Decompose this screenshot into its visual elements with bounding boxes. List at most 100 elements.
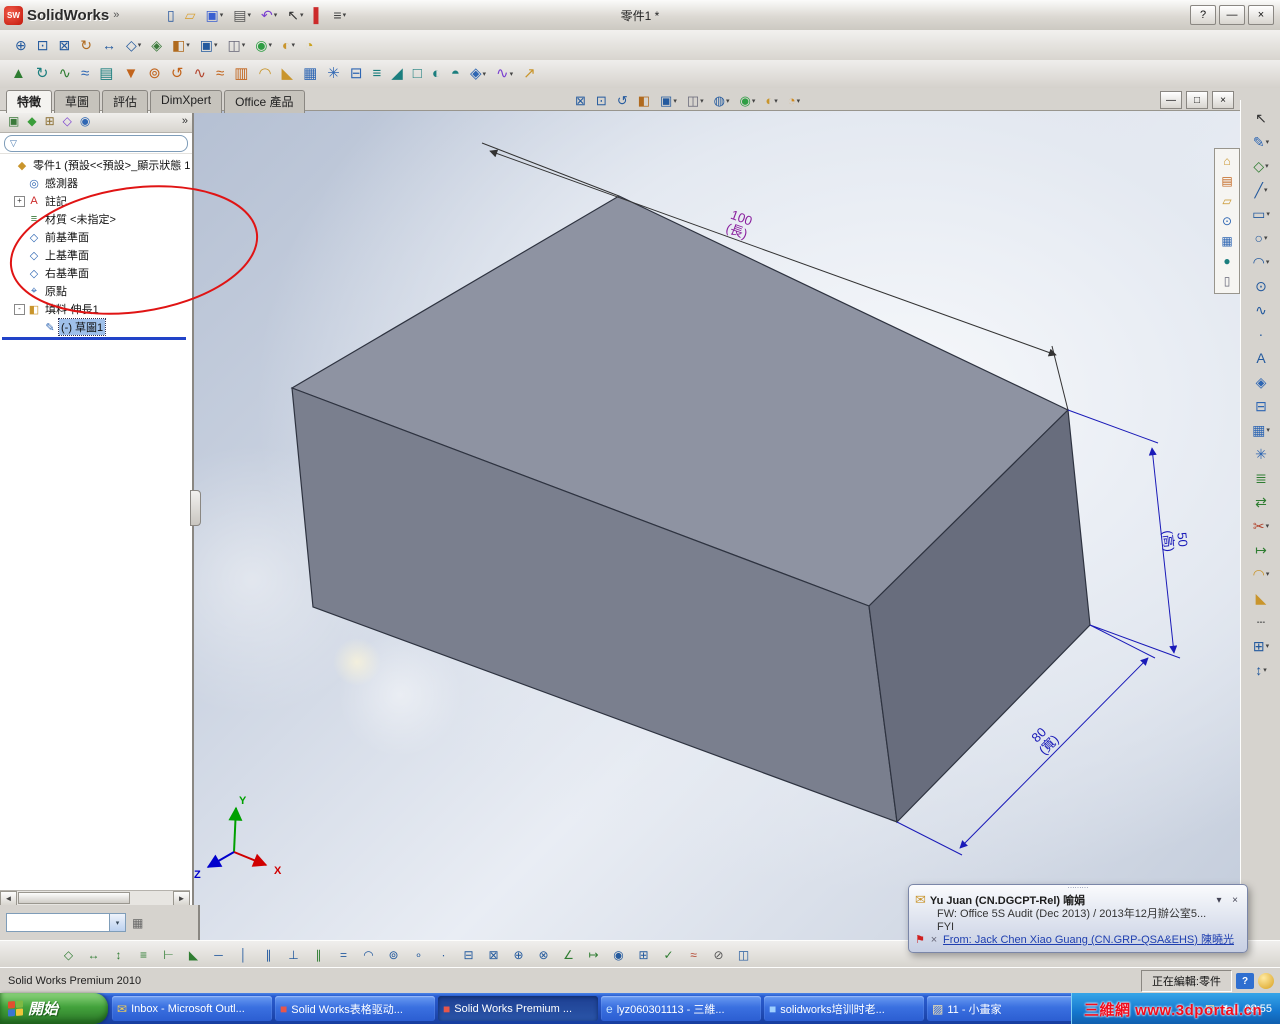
- linear-sketch-pattern-icon[interactable]: ▦ ▾: [1244, 418, 1278, 442]
- tree-item-sensors[interactable]: ◎ 感測器: [0, 174, 192, 192]
- options-icon[interactable]: ≡ ▾: [329, 3, 350, 27]
- panel-horizontal-scrollbar[interactable]: ◄ ►: [0, 890, 190, 905]
- swept-cut-icon[interactable]: ∿: [189, 62, 210, 86]
- text-icon[interactable]: A: [1244, 346, 1278, 370]
- lofted-boss-icon[interactable]: ≈: [77, 62, 93, 86]
- tab-dimxpert[interactable]: DimXpert: [150, 90, 223, 113]
- equal-relation-icon[interactable]: =: [332, 944, 355, 966]
- taskbar-item-3d-doc[interactable]: e lyz060301113 - 三維...: [601, 996, 761, 1021]
- file-explorer-icon[interactable]: ▱: [1215, 191, 1239, 211]
- open-document-icon[interactable]: ▱: [181, 3, 200, 27]
- construction-geometry-icon[interactable]: ┄: [1244, 610, 1278, 634]
- collinear-relation-icon[interactable]: ∥: [257, 944, 280, 966]
- add-relation-icon[interactable]: ⊞: [632, 944, 655, 966]
- smart-dimension-icon[interactable]: ◇: [57, 944, 80, 966]
- scene-icon[interactable]: ◐ ▾: [278, 33, 299, 57]
- circular-sketch-pattern-icon[interactable]: ✳: [1244, 442, 1278, 466]
- view-orientation-icon[interactable]: ▣ ▾: [196, 33, 222, 57]
- rollback-bar[interactable]: [2, 337, 186, 340]
- panel-splitter-handle[interactable]: [190, 490, 201, 526]
- rotate-view-icon[interactable]: ↻: [76, 33, 96, 57]
- midpoint-relation-icon[interactable]: ∙: [432, 944, 455, 966]
- tree-item-part[interactable]: ◆ 零件1 (預設<<預設>_顯示狀態 1: [0, 156, 192, 174]
- taskbar-item-sw-training[interactable]: ■ solidworks培训时老...: [764, 996, 924, 1021]
- merge-points-icon[interactable]: ⊕: [507, 944, 530, 966]
- previous-view-icon[interactable]: ↺: [613, 89, 632, 113]
- baseline-dimension-icon[interactable]: ≡: [132, 944, 155, 966]
- offset-entities-icon[interactable]: ≣: [1244, 466, 1278, 490]
- extruded-cut-icon[interactable]: ▼: [119, 62, 142, 86]
- doc-restore-button[interactable]: □: [1186, 91, 1208, 109]
- convert-entities-icon[interactable]: ⇄: [1244, 490, 1278, 514]
- zoom-fit-icon[interactable]: ⊠: [54, 33, 74, 57]
- sketch-chamfer-icon[interactable]: ◣: [1244, 586, 1278, 610]
- zoom-in-out-icon[interactable]: ⊕: [11, 33, 31, 57]
- wrap-icon[interactable]: ◐: [428, 62, 445, 86]
- flag-icon[interactable]: ⚑: [915, 934, 925, 947]
- tree-item-origin[interactable]: ⌖ 原點: [0, 282, 192, 300]
- view-palette-icon[interactable]: ▦: [1215, 231, 1239, 251]
- save-icon[interactable]: ▣ ▾: [202, 3, 228, 27]
- concentric-relation-icon[interactable]: ⊚: [382, 944, 405, 966]
- dome-icon[interactable]: ◓: [447, 62, 464, 86]
- bottom-combobox[interactable]: ▾: [6, 913, 126, 932]
- horizontal-relation-icon[interactable]: ─: [207, 944, 230, 966]
- panel-expand-icon[interactable]: »: [182, 115, 188, 127]
- zoom-area-icon[interactable]: ⊡: [592, 89, 611, 113]
- draft-icon[interactable]: ◢: [387, 62, 407, 86]
- appearances-scenes-icon[interactable]: ●: [1215, 251, 1239, 271]
- tangent-relation-icon[interactable]: ◠: [357, 944, 380, 966]
- start-button[interactable]: 開始: [0, 993, 108, 1024]
- linear-pattern-icon[interactable]: ▦: [299, 62, 321, 86]
- circle-icon[interactable]: ○ ▾: [1244, 226, 1278, 250]
- dynamic-mirror-icon[interactable]: ◫: [732, 944, 755, 966]
- symmetric-relation-icon[interactable]: ⊟: [457, 944, 480, 966]
- circular-pattern-icon[interactable]: ✳: [323, 62, 344, 86]
- parallel-relation-icon[interactable]: ∥: [307, 944, 330, 966]
- sketch-icon[interactable]: ✎ ▾: [1244, 130, 1278, 154]
- alert-options-icon[interactable]: ▾: [1213, 895, 1225, 906]
- tab-office-products[interactable]: Office 產品: [224, 90, 305, 113]
- tree-filter-box[interactable]: ▽: [4, 134, 188, 152]
- taskbar-item-outlook-inbox[interactable]: ✉ Inbox - Microsoft Outl...: [112, 996, 272, 1021]
- angle-dimension-icon[interactable]: ∠: [557, 944, 580, 966]
- doc-close-button[interactable]: ×: [1212, 91, 1234, 109]
- point-icon[interactable]: ∙: [1244, 322, 1278, 346]
- scroll-left-icon[interactable]: ◄: [0, 891, 17, 905]
- alert-from-link[interactable]: From: Jack Chen Xiao Guang (CN.GRP-QSA&E…: [943, 934, 1234, 947]
- undo-icon[interactable]: ↶ ▾: [257, 3, 281, 27]
- select-icon[interactable]: ↖: [1244, 106, 1278, 130]
- display-style-icon[interactable]: ◫ ▾: [224, 33, 250, 57]
- vertical-dimension-icon[interactable]: ↕: [107, 944, 130, 966]
- swept-boss-icon[interactable]: ∿: [54, 62, 75, 86]
- custom-properties-icon[interactable]: ▯: [1215, 271, 1239, 291]
- tab-sketch[interactable]: 草圖: [54, 90, 101, 113]
- display-relations-icon[interactable]: ◉: [607, 944, 630, 966]
- repair-sketch-icon[interactable]: ≈: [682, 944, 705, 966]
- lofted-cut-icon[interactable]: ≈: [212, 62, 228, 86]
- search-icon[interactable]: ⊙: [1215, 211, 1239, 231]
- vertical-relation-icon[interactable]: │: [232, 944, 255, 966]
- arc-icon[interactable]: ◠ ▾: [1244, 250, 1278, 274]
- appearances-icon[interactable]: ◉ ▾: [251, 33, 276, 57]
- view-settings-icon[interactable]: ◔ ▾: [784, 89, 804, 113]
- shell-icon[interactable]: □: [409, 62, 426, 86]
- addins-icon[interactable]: ▌: [310, 3, 328, 27]
- boundary-boss-icon[interactable]: ▤: [95, 62, 117, 86]
- tree-filter-input[interactable]: [19, 137, 182, 149]
- lights-icon[interactable]: ◔: [301, 33, 317, 57]
- tree-item-material[interactable]: ≡ 材質 <未指定>: [0, 210, 192, 228]
- smart-dimension-icon[interactable]: ◇ ▾: [1244, 154, 1278, 178]
- zoom-area-icon[interactable]: ⊡: [33, 33, 53, 57]
- dimxpertmanager-tab-icon[interactable]: ◇: [60, 110, 75, 133]
- alert-close-icon[interactable]: ×: [1229, 895, 1241, 906]
- select-icon[interactable]: ↖ ▾: [283, 3, 307, 27]
- fix-relation-icon[interactable]: ⊠: [482, 944, 505, 966]
- scrollbar-thumb[interactable]: [18, 892, 130, 904]
- tree-item-right-plane[interactable]: ◇ 右基準面: [0, 264, 192, 282]
- rectangle-icon[interactable]: ▭ ▾: [1244, 202, 1278, 226]
- spline-icon[interactable]: ∿: [1244, 298, 1278, 322]
- extend-entities-icon[interactable]: ↦: [1244, 538, 1278, 562]
- trim-entities-icon[interactable]: ✂ ▾: [1244, 514, 1278, 538]
- new-document-icon[interactable]: ▯: [163, 3, 179, 27]
